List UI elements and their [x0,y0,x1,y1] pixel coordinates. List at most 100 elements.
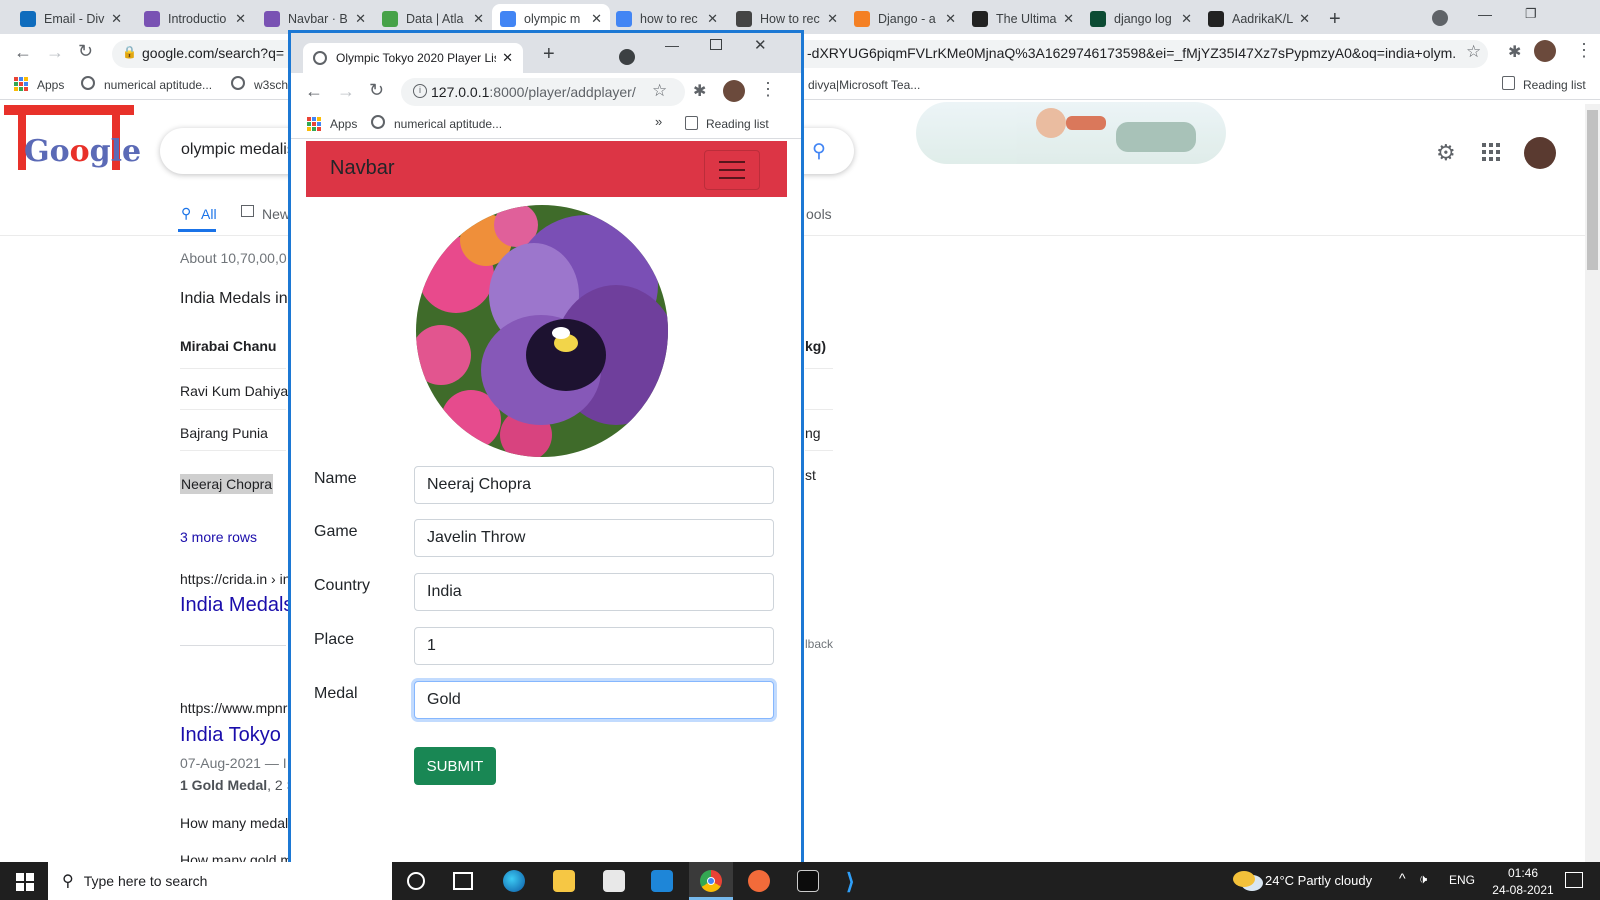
browser-tab[interactable]: Django - a ✕ [846,4,964,34]
vscode-icon[interactable]: ⟩ [846,869,855,895]
close-window-icon[interactable]: ✕ [754,36,767,54]
settings-gear-icon[interactable]: ⚙ [1436,140,1456,166]
page-scrollbar[interactable] [1585,104,1600,862]
minimize-icon[interactable]: — [1478,6,1492,22]
close-tab-icon[interactable]: ✕ [945,11,956,27]
feedback-fragment[interactable]: lback [805,637,833,651]
result1-title[interactable]: India Medals [180,594,293,617]
extensions-icon[interactable]: ✱ [693,81,706,101]
country-input[interactable]: India [414,573,774,611]
new-tab-icon[interactable]: + [543,43,555,66]
notifications-icon[interactable] [1565,872,1583,888]
microsoft-store-icon[interactable] [603,870,625,892]
profile-avatar[interactable] [1534,40,1556,62]
google-apps-icon[interactable] [1482,143,1500,161]
chrome-taskbar-active[interactable] [689,862,733,900]
clock-time[interactable]: 01:46 [1493,866,1553,880]
front-active-tab[interactable]: Olympic Tokyo 2020 Player List ✕ [303,43,523,73]
close-tab-icon[interactable]: ✕ [1299,11,1310,27]
close-tab-icon[interactable]: ✕ [707,11,718,27]
browser-tab[interactable]: django log ✕ [1082,4,1200,34]
terminal-icon[interactable] [797,870,819,892]
search-icon[interactable]: ⚲ [812,140,826,163]
bookmark-star-icon[interactable]: ☆ [1466,42,1481,62]
front-browser-window[interactable]: Olympic Tokyo 2020 Player List ✕ + — ✕ ←… [288,30,804,862]
close-tab-icon[interactable]: ✕ [591,11,602,27]
bookmark-star-icon[interactable]: ☆ [652,81,667,101]
scrollbar-thumb[interactable] [1587,110,1598,270]
back-arrow-icon[interactable]: ← [14,42,32,63]
search-tab-all[interactable]: All [201,206,217,222]
bookmark-apps[interactable]: Apps [37,78,64,92]
tab-search-icon[interactable] [619,49,635,65]
file-explorer-icon[interactable] [553,870,575,892]
mail-icon[interactable] [651,870,673,892]
close-tab-icon[interactable]: ✕ [111,11,122,27]
close-tab-icon[interactable]: ✕ [473,11,484,27]
submit-button[interactable]: SUBMIT [414,747,496,785]
browser-tab[interactable]: Email - Div ✕ [12,4,130,34]
google-search-query[interactable]: olympic medalis [181,141,295,159]
postman-icon[interactable] [748,870,770,892]
browser-tab[interactable]: AadrikaK/L ✕ [1200,4,1318,34]
apps-grid-icon[interactable] [14,77,28,91]
windows-start-icon[interactable] [16,873,34,891]
info-icon[interactable]: i [413,84,427,98]
weather-text[interactable]: 24°C Partly cloudy [1265,873,1372,888]
browser-tab[interactable]: The Ultima ✕ [964,4,1082,34]
close-tab-icon[interactable]: ✕ [502,50,513,66]
bookmark-apps[interactable]: Apps [330,117,357,131]
cortana-icon[interactable] [407,872,425,890]
bookmark-numerical[interactable]: numerical aptitude... [104,78,212,92]
reading-list[interactable]: Reading list [706,117,769,131]
task-view-icon[interactable] [453,872,473,890]
search-tools[interactable]: ools [806,206,832,222]
navbar-toggler-hamburger-icon[interactable] [704,150,760,190]
forward-arrow-icon[interactable]: → [46,42,64,63]
bookmark-numerical[interactable]: numerical aptitude... [394,117,502,131]
medal-input[interactable]: Gold [414,681,774,719]
minimize-icon[interactable]: — [665,37,679,53]
navbar-brand[interactable]: Navbar [330,157,394,180]
result2-url[interactable]: https://www.mpnr [180,700,287,716]
extensions-icon[interactable]: ✱ [1508,42,1521,62]
google-doodle-logo[interactable]: Google [0,102,141,174]
browser-tab[interactable]: Introductio ✕ [136,4,254,34]
bookmark-teams[interactable]: divya|Microsoft Tea... [808,78,920,92]
google-account-avatar[interactable] [1524,137,1556,169]
tab-search-icon[interactable] [1432,10,1448,26]
place-input[interactable]: 1 [414,627,774,665]
clock-date[interactable]: 24-08-2021 [1488,883,1558,897]
search-tab-news[interactable]: New [262,206,290,222]
taskbar-search-box[interactable]: ⚲ Type here to search [48,862,392,900]
profile-avatar[interactable] [723,80,745,102]
result2-title[interactable]: India Tokyo [180,724,281,747]
restore-icon[interactable]: ❐ [1525,6,1537,22]
close-tab-icon[interactable]: ✕ [355,11,366,27]
menu-dots-icon[interactable]: ⋮ [1575,40,1593,61]
close-tab-icon[interactable]: ✕ [235,11,246,27]
more-rows-link[interactable]: 3 more rows [180,529,257,545]
name-input[interactable]: Neeraj Chopra [414,466,774,504]
reload-icon[interactable]: ↻ [78,41,93,62]
game-input[interactable]: Javelin Throw [414,519,774,557]
close-tab-icon[interactable]: ✕ [827,11,838,27]
edge-browser-icon[interactable] [503,870,525,892]
menu-dots-icon[interactable]: ⋮ [759,79,777,100]
back-arrow-icon[interactable]: ← [305,81,323,102]
chevron-up-icon[interactable]: ^ [1399,870,1406,886]
front-omnibox[interactable]: 127.0.0.1:8000/player/addplayer/ [401,78,685,106]
reload-icon[interactable]: ↻ [369,80,384,101]
close-tab-icon[interactable]: ✕ [1181,11,1192,27]
more-bookmarks-icon[interactable]: » [655,114,662,129]
speaker-icon[interactable]: 🕩 [1419,871,1427,887]
forward-arrow-icon[interactable]: → [337,81,355,102]
question-1[interactable]: How many medal [180,815,288,831]
result1-url[interactable]: https://crida.in › in [180,571,291,587]
partly-cloudy-icon[interactable] [1233,871,1255,887]
maximize-icon[interactable] [710,39,722,50]
language-indicator[interactable]: ENG [1449,873,1475,887]
apps-grid-icon[interactable] [307,117,321,131]
close-tab-icon[interactable]: ✕ [1063,11,1074,27]
new-tab-icon[interactable]: + [1329,8,1341,31]
